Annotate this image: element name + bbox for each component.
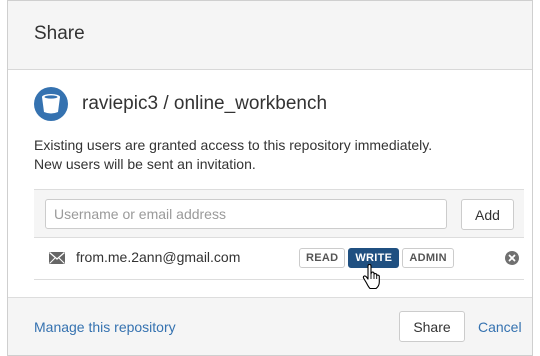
permission-read-button[interactable]: READ bbox=[299, 248, 346, 268]
share-dialog: Share raviepic3 / online_workbench Exist… bbox=[7, 0, 533, 356]
hand-pointer-cursor-icon bbox=[362, 264, 380, 290]
username-email-input[interactable] bbox=[45, 199, 447, 229]
remove-user-icon[interactable] bbox=[505, 251, 519, 265]
users-panel: Add from.me.2ann@gmail.com READ WRITE AD… bbox=[34, 189, 524, 290]
manage-repository-link[interactable]: Manage this repository bbox=[34, 319, 176, 335]
envelope-icon bbox=[49, 252, 65, 264]
dialog-header: Share bbox=[8, 1, 532, 70]
share-button[interactable]: Share bbox=[399, 311, 465, 342]
repository-icon bbox=[34, 87, 68, 121]
dialog-footer: Manage this repository Share Cancel bbox=[8, 297, 532, 355]
repository-title: raviepic3 / online_workbench bbox=[82, 93, 328, 114]
dialog-title: Share bbox=[34, 23, 85, 44]
add-button[interactable]: Add bbox=[461, 199, 514, 230]
description-line-1: Existing users are granted access to thi… bbox=[34, 137, 433, 153]
user-email: from.me.2ann@gmail.com bbox=[76, 249, 241, 265]
description-line-2: New users will be sent an invitation. bbox=[34, 156, 256, 172]
cancel-link[interactable]: Cancel bbox=[478, 319, 522, 335]
user-row: from.me.2ann@gmail.com READ WRITE ADMIN bbox=[34, 238, 524, 290]
repository-heading: raviepic3 / online_workbench bbox=[34, 86, 327, 122]
share-description: Existing users are granted access to thi… bbox=[34, 136, 514, 174]
add-user-row: Add bbox=[34, 190, 524, 238]
permission-admin-button[interactable]: ADMIN bbox=[402, 248, 454, 268]
